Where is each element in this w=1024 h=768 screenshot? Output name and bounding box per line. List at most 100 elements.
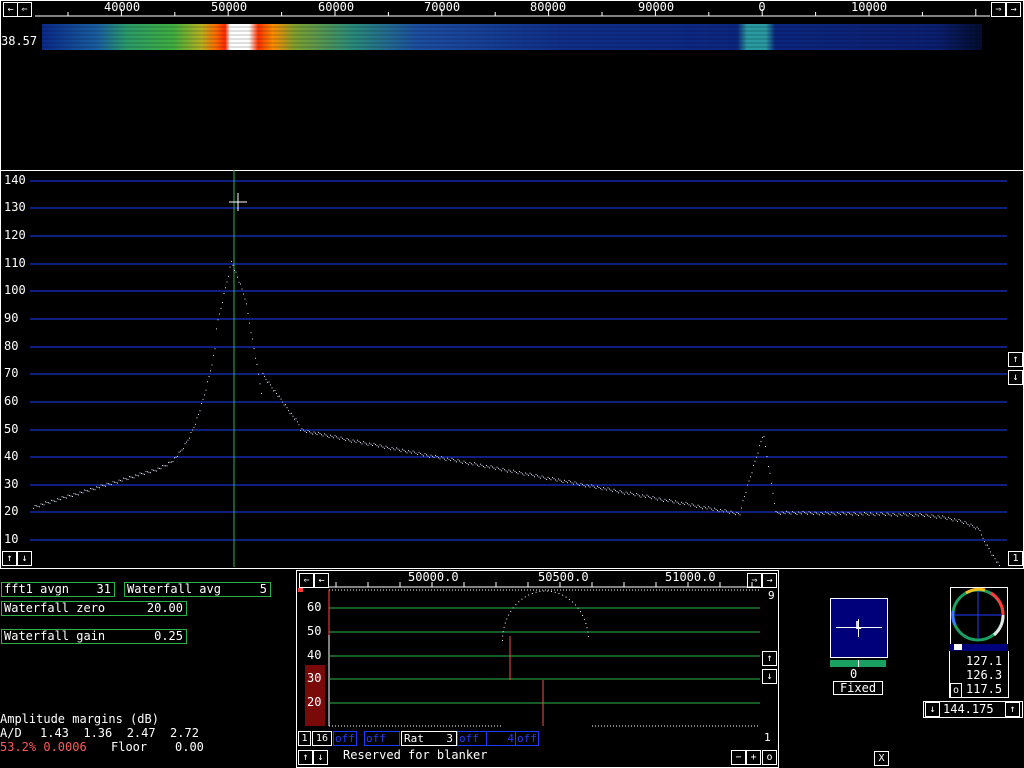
spectrum-scale-down-button[interactable]: ↓: [1008, 370, 1023, 385]
trace-point: [63, 496, 64, 498]
trace-point: [342, 437, 343, 439]
trace-point: [855, 513, 856, 515]
trace-point: [934, 516, 936, 518]
trace-point: [481, 464, 483, 466]
trace-point: [727, 511, 729, 513]
fft1-avgn-field[interactable]: fft1 avgn 31: [1, 582, 115, 597]
baseband-bits-button[interactable]: 16: [312, 731, 332, 746]
trace-point: [357, 439, 358, 441]
trace-point: [189, 437, 190, 439]
trace-point: [490, 465, 492, 467]
blanker-o-button[interactable]: o: [762, 750, 777, 765]
trace-point: [309, 431, 310, 433]
close-button[interactable]: X: [874, 751, 889, 766]
frequency-up-button[interactable]: ↑: [1005, 702, 1020, 717]
trace-point: [264, 375, 265, 377]
trace-point: [360, 442, 361, 444]
trace-point: [831, 511, 832, 513]
spectrum-zoom-up-button[interactable]: ↑: [2, 551, 17, 566]
trace-point: [813, 514, 814, 516]
trace-point: [102, 484, 103, 486]
baseband-freq-label: 50000.0: [408, 570, 459, 584]
trace-point: [282, 401, 283, 403]
trace-point: [205, 389, 207, 391]
trace-point: [175, 456, 177, 458]
baseband-gain-down-button[interactable]: ↓: [762, 669, 777, 684]
trace-point: [208, 375, 210, 377]
trace-point: [967, 524, 969, 526]
ad-values: 1.43 1.36 2.47 2.72: [40, 726, 199, 740]
spectrum-zoom-down-button[interactable]: ↓: [17, 551, 32, 566]
squelch-off-button[interactable]: off: [515, 731, 539, 746]
trace-point: [556, 480, 558, 482]
s-meter-mode-button[interactable]: Fixed: [833, 681, 883, 695]
blanker-up-button[interactable]: ↑: [298, 750, 313, 765]
trace-point: [765, 445, 766, 447]
trace-point: [67, 494, 69, 496]
phase-scope-bar: [950, 644, 1008, 651]
trace-point: [432, 455, 433, 457]
waterfall-zero-field[interactable]: Waterfall zero 20.00: [1, 601, 187, 616]
trace-point: [868, 514, 870, 516]
rat-field[interactable]: Rat 3: [401, 731, 457, 746]
trace-point: [580, 482, 582, 484]
trace-point: [690, 505, 691, 507]
trace-point: [90, 487, 91, 489]
trace-point: [195, 423, 196, 425]
trace-point: [840, 513, 841, 515]
trace-point: [273, 390, 274, 392]
trace-point: [781, 511, 783, 513]
baseband-gain-up-button[interactable]: ↑: [762, 651, 777, 666]
trace-point: [162, 465, 163, 467]
trace-point: [667, 501, 669, 503]
trace-point: [535, 474, 537, 476]
trace-point: [637, 494, 639, 496]
trace-point: [696, 506, 697, 508]
waterfall-freq-label: 10000: [851, 0, 888, 14]
trace-point: [267, 381, 268, 383]
trace-point: [151, 469, 153, 471]
agc-off-button[interactable]: off: [333, 731, 357, 746]
mode-value-button[interactable]: 4: [486, 731, 516, 746]
trace-point: [222, 302, 223, 304]
trace-point: [232, 264, 234, 266]
blanker-down-button[interactable]: ↓: [313, 750, 328, 765]
trace-point: [858, 515, 859, 517]
trace-point: [753, 464, 754, 466]
trace-point: [262, 372, 264, 374]
baseband-arc-point: [572, 601, 574, 603]
trace-point: [882, 513, 883, 515]
trace-point: [720, 509, 721, 511]
trace-point: [93, 488, 94, 490]
trace-point: [901, 515, 903, 517]
frequency-down-button[interactable]: ↓: [925, 702, 940, 717]
trace-point: [402, 448, 403, 450]
trace-point: [586, 484, 588, 486]
trace-point: [133, 477, 135, 479]
trace-point: [76, 493, 78, 495]
trace-point: [265, 378, 267, 380]
trace-point: [853, 512, 855, 514]
trace-point: [349, 440, 351, 442]
trace-point: [135, 474, 136, 476]
s-meter-letter: L: [855, 619, 862, 632]
waterfall-avg-field[interactable]: Waterfall avg 5: [124, 582, 271, 597]
spectrum-plot: [30, 170, 1007, 567]
trace-point: [811, 513, 813, 515]
notch-off-button[interactable]: off: [457, 731, 487, 746]
trace-point: [117, 482, 118, 484]
baseband-channel-button[interactable]: 1: [298, 731, 311, 746]
waterfall-gain-field[interactable]: Waterfall gain 0.25: [1, 629, 187, 644]
blanker-plus-button[interactable]: +: [746, 750, 761, 765]
trace-point: [859, 512, 861, 514]
frequency-readout: 144.175: [943, 702, 994, 716]
trace-point: [141, 472, 142, 474]
baseband-bottom-right-value: 1: [764, 731, 771, 744]
trace-point: [703, 506, 705, 508]
blanker-minus-button[interactable]: −: [731, 750, 746, 765]
trace-point: [780, 513, 781, 515]
spectrum-averaging-button[interactable]: 1: [1008, 551, 1023, 566]
filter-off-button[interactable]: off: [364, 731, 400, 746]
trace-point: [373, 442, 375, 444]
spectrum-scale-up-button[interactable]: ↑: [1008, 352, 1023, 367]
